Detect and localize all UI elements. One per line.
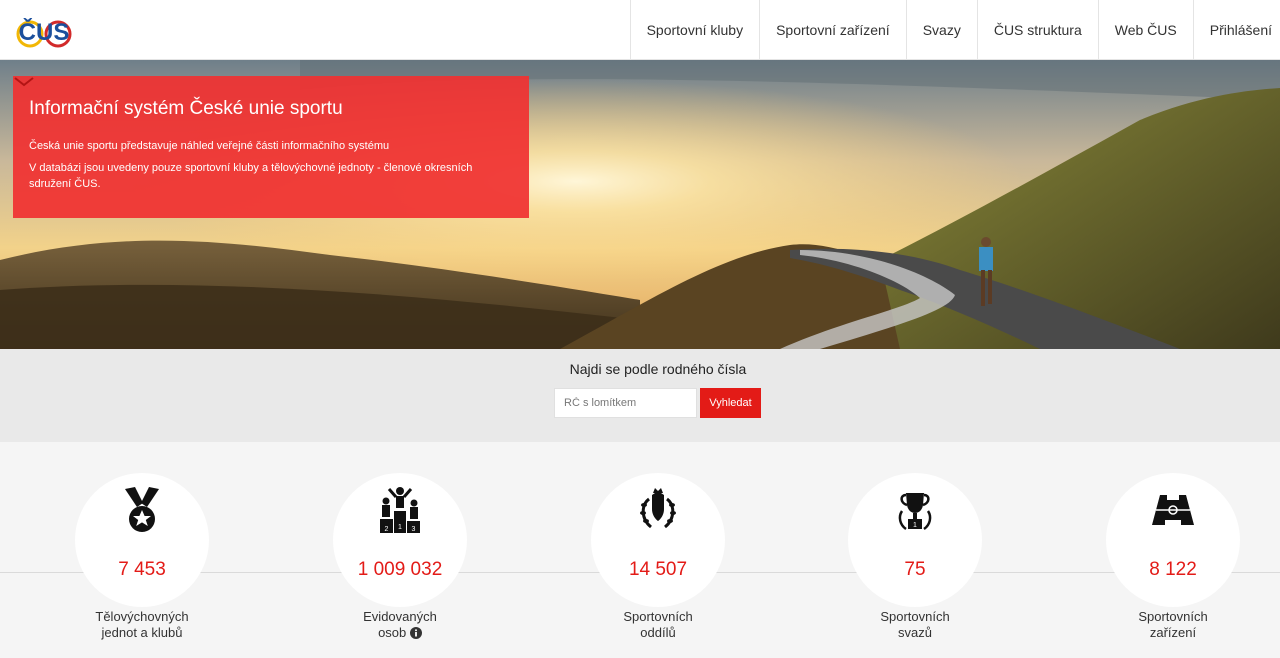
cus-logo[interactable]: ČUS bbox=[8, 6, 80, 52]
stat-label: Sportovních oddílů bbox=[591, 609, 725, 641]
hero-paragraph-2: V databázi jsou uvedeny pouze sportovní … bbox=[29, 162, 473, 190]
nav-prihlaseni[interactable]: Přihlášení bbox=[1192, 0, 1280, 60]
info-icon[interactable] bbox=[409, 627, 422, 639]
logo-text: ČUS bbox=[19, 18, 70, 46]
nav-cus-struktura[interactable]: ČUS struktura bbox=[976, 0, 1098, 60]
nav-web-cus[interactable]: Web ČUS bbox=[1097, 0, 1193, 60]
chevron-down-icon[interactable] bbox=[13, 76, 35, 88]
stat-circle: 7 453 bbox=[75, 473, 209, 607]
stat-value: 1 009 032 bbox=[357, 559, 443, 580]
stat-persons[interactable]: 2 1 3 1 009 032 Evidovaných osob bbox=[333, 473, 467, 641]
top-navbar: ČUS Sportovní kluby Sportovní zařízení S… bbox=[0, 0, 1280, 60]
stat-value: 14 507 bbox=[628, 559, 688, 580]
stat-clubs[interactable]: 7 453 Tělovýchovných jednot a klubů bbox=[75, 473, 209, 641]
nav-sportovni-zarizeni[interactable]: Sportovní zařízení bbox=[759, 0, 906, 60]
stat-label-line1: Sportovních bbox=[623, 609, 693, 624]
stat-label-line1: Evidovaných bbox=[363, 609, 437, 624]
stat-label-line1: Sportovních bbox=[1138, 609, 1208, 624]
stat-label-line1: Sportovních bbox=[880, 609, 950, 624]
stats-section: 7 453 Tělovýchovných jednot a klubů 2 1 bbox=[0, 442, 1280, 658]
laurel-crest-icon bbox=[640, 488, 676, 529]
stat-federations[interactable]: 1 75 Sportovních svazů bbox=[848, 473, 982, 641]
rc-search-section: Najdi se podle rodného čísla Vyhledat bbox=[0, 349, 1280, 442]
hero-banner: Informační systém České unie sportu Česk… bbox=[0, 60, 1280, 349]
stat-circle: 2 1 3 1 009 032 bbox=[333, 473, 467, 607]
stat-label: Sportovních zařízení bbox=[1106, 609, 1240, 641]
stat-label: Sportovních svazů bbox=[848, 609, 982, 641]
stat-circle: 14 507 bbox=[591, 473, 725, 607]
stat-value: 8 122 bbox=[1149, 559, 1197, 580]
stat-label-line2: osob bbox=[378, 625, 407, 640]
stat-departments[interactable]: 14 507 Sportovních oddílů bbox=[591, 473, 725, 641]
stat-label-line2: svazů bbox=[898, 625, 932, 640]
svg-text:1: 1 bbox=[913, 522, 917, 529]
hero-paragraph-1: Česká unie sportu představuje náhled veř… bbox=[29, 140, 390, 152]
stat-label-line2: zařízení bbox=[1149, 625, 1197, 640]
stat-label-line2: jednot a klubů bbox=[101, 625, 183, 640]
stat-label: Tělovýchovných jednot a klubů bbox=[75, 609, 209, 641]
stat-value: 7 453 bbox=[118, 559, 166, 580]
svg-text:2: 2 bbox=[385, 526, 389, 533]
hero-info-box: Informační systém České unie sportu Česk… bbox=[13, 76, 529, 218]
main-nav: Sportovní kluby Sportovní zařízení Svazy… bbox=[629, 0, 1280, 60]
medal-icon bbox=[125, 487, 159, 532]
stadium-icon bbox=[1152, 495, 1194, 525]
trophy-icon: 1 bbox=[898, 493, 932, 531]
stat-label: Evidovaných osob bbox=[333, 609, 467, 641]
stat-circle: 1 75 bbox=[848, 473, 982, 607]
nav-sportovni-kluby[interactable]: Sportovní kluby bbox=[629, 0, 760, 60]
svg-text:1: 1 bbox=[398, 524, 402, 531]
search-title: Najdi se podle rodného čísla bbox=[569, 361, 747, 377]
search-button[interactable]: Vyhledat bbox=[700, 388, 761, 418]
stat-label-line1: Tělovýchovných bbox=[95, 609, 189, 624]
rc-search-input[interactable] bbox=[554, 388, 697, 418]
podium-icon: 2 1 3 bbox=[380, 487, 420, 533]
stat-value: 75 bbox=[904, 559, 926, 580]
stat-label-line2: oddílů bbox=[640, 625, 676, 640]
stat-circle: 8 122 bbox=[1106, 473, 1240, 607]
hero-title: Informační systém České unie sportu bbox=[29, 98, 343, 119]
svg-text:3: 3 bbox=[412, 526, 416, 533]
nav-svazy[interactable]: Svazy bbox=[905, 0, 977, 60]
stat-facilities[interactable]: 8 122 Sportovních zařízení bbox=[1106, 473, 1240, 641]
